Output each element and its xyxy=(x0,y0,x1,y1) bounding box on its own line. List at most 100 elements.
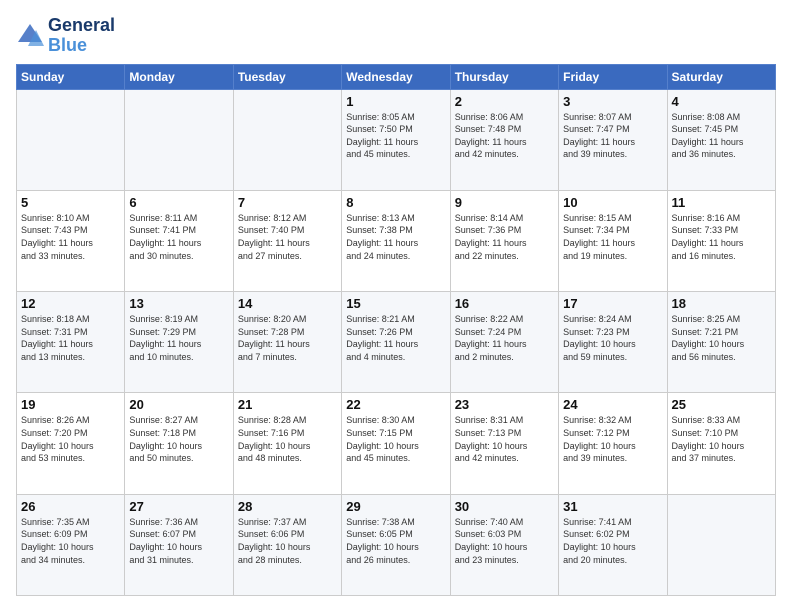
calendar-cell: 29 Sunrise: 7:38 AM Sunset: 6:05 PM Dayli… xyxy=(342,494,450,595)
calendar-cell: 21 Sunrise: 8:28 AM Sunset: 7:16 PM Dayli… xyxy=(233,393,341,494)
logo-icon xyxy=(16,22,44,50)
day-info: Sunrise: 7:37 AM Sunset: 6:06 PM Dayligh… xyxy=(238,516,337,566)
calendar-cell: 3Sunrise: 8:07 AM Sunset: 7:47 PM Daylig… xyxy=(559,89,667,190)
day-number: 7 xyxy=(238,195,337,210)
day-number: 6 xyxy=(129,195,228,210)
day-number: 1 xyxy=(346,94,445,109)
day-number: 2 xyxy=(455,94,554,109)
day-number: 24 xyxy=(563,397,662,412)
calendar-cell: 13Sunrise: 8:19 AM Sunset: 7:29 PM Dayli… xyxy=(125,292,233,393)
day-number: 22 xyxy=(346,397,445,412)
calendar-cell: 1Sunrise: 8:05 AM Sunset: 7:50 PM Daylig… xyxy=(342,89,450,190)
day-info: Sunrise: 7:41 AM Sunset: 6:02 PM Dayligh… xyxy=(563,516,662,566)
day-number: 4 xyxy=(672,94,771,109)
day-info: Sunrise: 8:27 AM Sunset: 7:18 PM Dayligh… xyxy=(129,414,228,464)
calendar-week-1: 5 Sunrise: 8:10 AM Sunset: 7:43 PM Daylig… xyxy=(17,190,776,291)
calendar-cell: 24Sunrise: 8:32 AM Sunset: 7:12 PM Dayli… xyxy=(559,393,667,494)
day-number: 19 xyxy=(21,397,120,412)
day-info: Sunrise: 8:20 AM Sunset: 7:28 PM Dayligh… xyxy=(238,313,337,363)
weekday-header-monday: Monday xyxy=(125,64,233,89)
day-info: Sunrise: 8:08 AM Sunset: 7:45 PM Dayligh… xyxy=(672,111,771,161)
day-number: 12 xyxy=(21,296,120,311)
day-info: Sunrise: 8:10 AM Sunset: 7:43 PM Dayligh… xyxy=(21,212,120,262)
day-number: 29 xyxy=(346,499,445,514)
day-number: 23 xyxy=(455,397,554,412)
calendar-cell: 17 Sunrise: 8:24 AM Sunset: 7:23 PM Dayli… xyxy=(559,292,667,393)
day-number: 14 xyxy=(238,296,337,311)
calendar-cell: 19 Sunrise: 8:26 AM Sunset: 7:20 PM Dayli… xyxy=(17,393,125,494)
calendar-week-3: 19 Sunrise: 8:26 AM Sunset: 7:20 PM Dayli… xyxy=(17,393,776,494)
day-info: Sunrise: 8:19 AM Sunset: 7:29 PM Dayligh… xyxy=(129,313,228,363)
weekday-header-thursday: Thursday xyxy=(450,64,558,89)
calendar-cell: 6 Sunrise: 8:11 AM Sunset: 7:41 PM Daylig… xyxy=(125,190,233,291)
calendar-cell: 2Sunrise: 8:06 AM Sunset: 7:48 PM Daylig… xyxy=(450,89,558,190)
day-info: Sunrise: 8:16 AM Sunset: 7:33 PM Dayligh… xyxy=(672,212,771,262)
calendar-cell: 31Sunrise: 7:41 AM Sunset: 6:02 PM Dayli… xyxy=(559,494,667,595)
day-info: Sunrise: 7:36 AM Sunset: 6:07 PM Dayligh… xyxy=(129,516,228,566)
calendar-cell: 22 Sunrise: 8:30 AM Sunset: 7:15 PM Dayli… xyxy=(342,393,450,494)
day-info: Sunrise: 8:28 AM Sunset: 7:16 PM Dayligh… xyxy=(238,414,337,464)
calendar-cell: 11Sunrise: 8:16 AM Sunset: 7:33 PM Dayli… xyxy=(667,190,775,291)
day-info: Sunrise: 8:22 AM Sunset: 7:24 PM Dayligh… xyxy=(455,313,554,363)
calendar-cell: 30 Sunrise: 7:40 AM Sunset: 6:03 PM Dayli… xyxy=(450,494,558,595)
day-number: 20 xyxy=(129,397,228,412)
calendar-cell: 12 Sunrise: 8:18 AM Sunset: 7:31 PM Dayli… xyxy=(17,292,125,393)
day-number: 18 xyxy=(672,296,771,311)
day-info: Sunrise: 7:40 AM Sunset: 6:03 PM Dayligh… xyxy=(455,516,554,566)
calendar-header-row: SundayMondayTuesdayWednesdayThursdayFrid… xyxy=(17,64,776,89)
calendar-cell: 20 Sunrise: 8:27 AM Sunset: 7:18 PM Dayli… xyxy=(125,393,233,494)
calendar-cell: 4 Sunrise: 8:08 AM Sunset: 7:45 PM Daylig… xyxy=(667,89,775,190)
day-info: Sunrise: 7:35 AM Sunset: 6:09 PM Dayligh… xyxy=(21,516,120,566)
calendar-cell: 27 Sunrise: 7:36 AM Sunset: 6:07 PM Dayli… xyxy=(125,494,233,595)
header: General Blue xyxy=(16,16,776,56)
calendar-cell: 14 Sunrise: 8:20 AM Sunset: 7:28 PM Dayli… xyxy=(233,292,341,393)
calendar-cell: 8 Sunrise: 8:13 AM Sunset: 7:38 PM Daylig… xyxy=(342,190,450,291)
calendar-week-2: 12 Sunrise: 8:18 AM Sunset: 7:31 PM Dayli… xyxy=(17,292,776,393)
day-number: 8 xyxy=(346,195,445,210)
day-number: 15 xyxy=(346,296,445,311)
day-info: Sunrise: 8:31 AM Sunset: 7:13 PM Dayligh… xyxy=(455,414,554,464)
calendar-cell: 18 Sunrise: 8:25 AM Sunset: 7:21 PM Dayli… xyxy=(667,292,775,393)
day-number: 16 xyxy=(455,296,554,311)
day-number: 3 xyxy=(563,94,662,109)
weekday-header-friday: Friday xyxy=(559,64,667,89)
calendar-cell: 26 Sunrise: 7:35 AM Sunset: 6:09 PM Dayli… xyxy=(17,494,125,595)
day-info: Sunrise: 8:33 AM Sunset: 7:10 PM Dayligh… xyxy=(672,414,771,464)
calendar-cell: 10Sunrise: 8:15 AM Sunset: 7:34 PM Dayli… xyxy=(559,190,667,291)
calendar-cell: 7Sunrise: 8:12 AM Sunset: 7:40 PM Daylig… xyxy=(233,190,341,291)
day-info: Sunrise: 8:18 AM Sunset: 7:31 PM Dayligh… xyxy=(21,313,120,363)
day-number: 27 xyxy=(129,499,228,514)
calendar-week-4: 26 Sunrise: 7:35 AM Sunset: 6:09 PM Dayli… xyxy=(17,494,776,595)
day-number: 9 xyxy=(455,195,554,210)
page: General Blue SundayMondayTuesdayWednesda… xyxy=(0,0,792,612)
day-number: 21 xyxy=(238,397,337,412)
calendar-table: SundayMondayTuesdayWednesdayThursdayFrid… xyxy=(16,64,776,596)
logo: General Blue xyxy=(16,16,115,56)
calendar-cell: 9 Sunrise: 8:14 AM Sunset: 7:36 PM Daylig… xyxy=(450,190,558,291)
calendar-week-0: 1Sunrise: 8:05 AM Sunset: 7:50 PM Daylig… xyxy=(17,89,776,190)
calendar-cell: 15 Sunrise: 8:21 AM Sunset: 7:26 PM Dayli… xyxy=(342,292,450,393)
day-info: Sunrise: 8:21 AM Sunset: 7:26 PM Dayligh… xyxy=(346,313,445,363)
day-info: Sunrise: 8:14 AM Sunset: 7:36 PM Dayligh… xyxy=(455,212,554,262)
day-info: Sunrise: 7:38 AM Sunset: 6:05 PM Dayligh… xyxy=(346,516,445,566)
calendar-cell xyxy=(125,89,233,190)
day-number: 17 xyxy=(563,296,662,311)
weekday-header-sunday: Sunday xyxy=(17,64,125,89)
weekday-header-saturday: Saturday xyxy=(667,64,775,89)
day-number: 5 xyxy=(21,195,120,210)
day-info: Sunrise: 8:13 AM Sunset: 7:38 PM Dayligh… xyxy=(346,212,445,262)
day-info: Sunrise: 8:30 AM Sunset: 7:15 PM Dayligh… xyxy=(346,414,445,464)
day-info: Sunrise: 8:24 AM Sunset: 7:23 PM Dayligh… xyxy=(563,313,662,363)
day-number: 25 xyxy=(672,397,771,412)
day-number: 30 xyxy=(455,499,554,514)
calendar-cell xyxy=(233,89,341,190)
weekday-header-wednesday: Wednesday xyxy=(342,64,450,89)
day-number: 26 xyxy=(21,499,120,514)
day-info: Sunrise: 8:11 AM Sunset: 7:41 PM Dayligh… xyxy=(129,212,228,262)
day-number: 10 xyxy=(563,195,662,210)
day-info: Sunrise: 8:26 AM Sunset: 7:20 PM Dayligh… xyxy=(21,414,120,464)
calendar-cell xyxy=(667,494,775,595)
calendar-cell: 28Sunrise: 7:37 AM Sunset: 6:06 PM Dayli… xyxy=(233,494,341,595)
day-info: Sunrise: 8:25 AM Sunset: 7:21 PM Dayligh… xyxy=(672,313,771,363)
calendar-cell: 5 Sunrise: 8:10 AM Sunset: 7:43 PM Daylig… xyxy=(17,190,125,291)
